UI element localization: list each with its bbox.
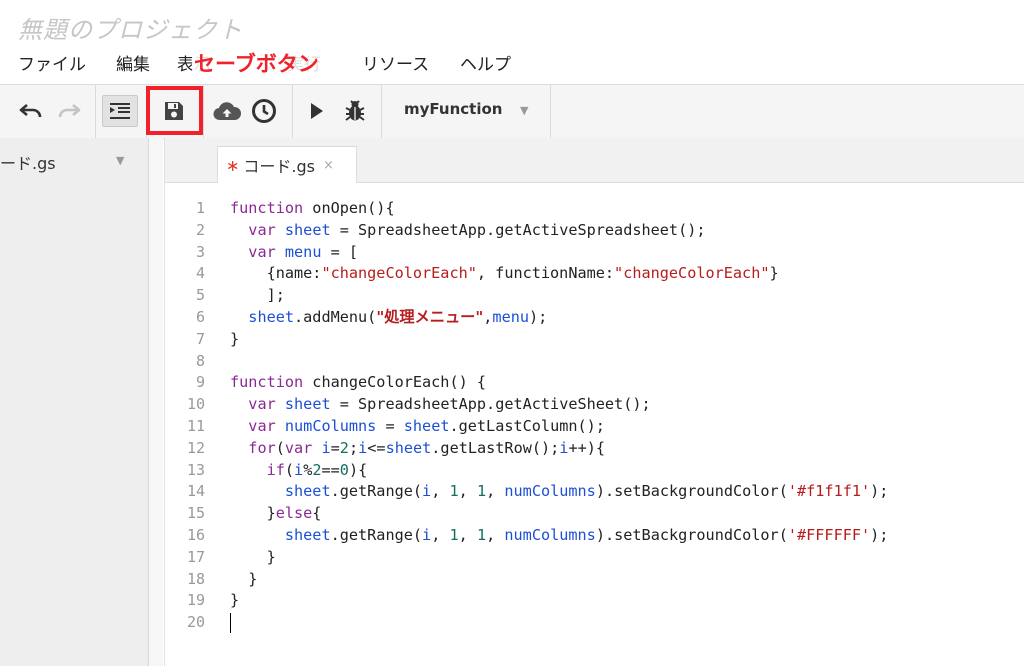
- line-number: 3: [195, 242, 205, 261]
- tab-label: コード.gs: [243, 157, 315, 176]
- line-number: 7: [195, 329, 205, 348]
- undo-icon[interactable]: [18, 99, 44, 123]
- tab-code-gs[interactable]: ∗ コード.gs ×: [217, 146, 357, 183]
- menu-resources[interactable]: リソース: [362, 50, 429, 75]
- line-number-gutter: 1 2 3 4 5 6 7 8 9 10 11 12 13 14 15 16 1…: [165, 198, 205, 634]
- line-number: 9: [195, 373, 205, 392]
- line-number: 10: [186, 395, 205, 414]
- line-number: 1: [195, 199, 205, 217]
- code-line: }: [230, 547, 276, 566]
- code-line: var sheet = SpreadsheetApp.getActiveSpre…: [248, 220, 706, 239]
- code-line: var menu = [: [248, 242, 359, 261]
- menu-help[interactable]: ヘルプ: [460, 50, 511, 75]
- code-line: }: [230, 569, 258, 588]
- code-line: ];: [230, 286, 285, 305]
- code-line: }: [230, 591, 240, 610]
- code-line: }: [230, 329, 240, 348]
- line-number: 14: [186, 482, 205, 501]
- chevron-down-icon[interactable]: ▼: [116, 154, 124, 167]
- bug-icon[interactable]: [342, 97, 368, 125]
- sidebar-resize-strip[interactable]: [149, 138, 163, 666]
- modified-marker: ∗: [226, 155, 240, 175]
- function-select[interactable]: myFunction: [404, 100, 502, 118]
- line-number: 2: [195, 220, 205, 239]
- indent-icon[interactable]: [102, 95, 138, 127]
- code-editor[interactable]: ∗ コード.gs × 1 2 3 4 5 6 7 8 9 10 11 12 13…: [164, 138, 1024, 666]
- code-line: if(i%2==0){: [266, 460, 368, 479]
- code-line: var sheet = SpreadsheetApp.getActiveShee…: [248, 395, 651, 414]
- line-number: 16: [186, 525, 205, 544]
- line-number: 8: [195, 351, 205, 370]
- code-area[interactable]: function onOpen(){ var sheet = Spreadshe…: [230, 198, 888, 634]
- text-cursor: [230, 612, 231, 633]
- cloud-upload-icon[interactable]: [212, 99, 242, 123]
- code-line: for(var i=2;i<=sheet.getLastRow();i++){: [248, 438, 606, 457]
- code-line: sheet.addMenu("処理メニュー",menu);: [248, 307, 548, 326]
- line-number: 4: [195, 264, 205, 283]
- clock-icon[interactable]: [250, 97, 278, 125]
- line-number: 5: [195, 286, 205, 305]
- line-number: 6: [195, 307, 205, 326]
- line-number: 13: [186, 460, 205, 479]
- chevron-down-icon[interactable]: ▼: [520, 104, 528, 117]
- menu-bar: ファイル 編集 表示 実行 リソース ヘルプ: [0, 50, 1024, 78]
- redo-icon[interactable]: [56, 99, 82, 123]
- save-button-callout: セーブボタン: [192, 48, 321, 78]
- line-number: 12: [186, 438, 205, 457]
- code-line: sheet.getRange(i, 1, 1, numColumns).setB…: [284, 525, 889, 544]
- line-number: 15: [186, 504, 205, 523]
- code-line: function onOpen(){: [230, 199, 395, 217]
- close-icon[interactable]: ×: [323, 158, 334, 173]
- code-line: }else{: [230, 504, 322, 523]
- project-title[interactable]: 無題のプロジェクト: [18, 10, 243, 45]
- menu-edit[interactable]: 編集: [116, 50, 150, 75]
- line-number: 11: [186, 416, 205, 435]
- code-line: function changeColorEach() {: [230, 373, 487, 392]
- line-number: 19: [186, 591, 205, 610]
- file-sidebar: ード.gs ▼: [0, 138, 149, 666]
- play-icon[interactable]: [306, 99, 328, 123]
- code-line: sheet.getRange(i, 1, 1, numColumns).setB…: [284, 482, 889, 501]
- line-number: 20: [186, 613, 205, 632]
- code-line: [230, 612, 888, 634]
- menu-file[interactable]: ファイル: [18, 50, 86, 75]
- sidebar-file-item[interactable]: ード.gs: [0, 150, 56, 174]
- save-button-highlight: [146, 86, 203, 135]
- tab-bar: ∗ コード.gs ×: [165, 138, 1024, 183]
- code-line: {name:"changeColorEach", functionName:"c…: [230, 264, 779, 283]
- code-line: var numColumns = sheet.getLastColumn();: [248, 416, 605, 435]
- line-number: 17: [186, 547, 205, 566]
- line-number: 18: [186, 569, 205, 588]
